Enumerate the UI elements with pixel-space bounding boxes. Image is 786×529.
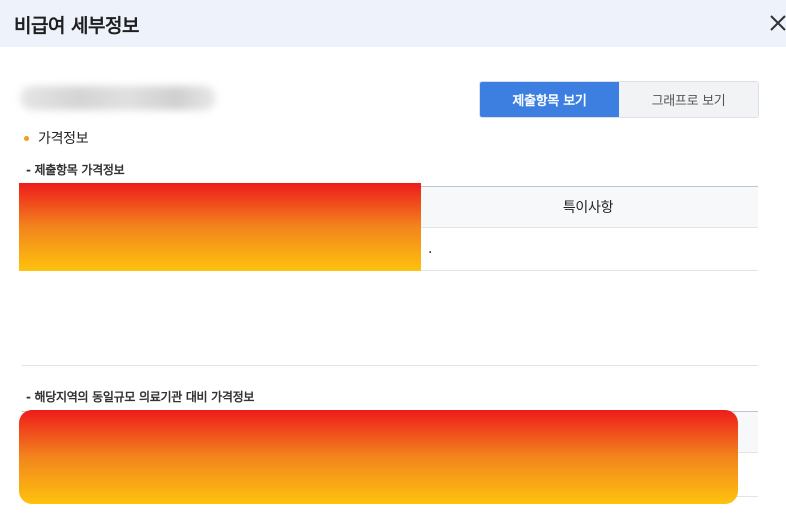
graph-view-button[interactable]: 그래프로 보기 [619, 82, 758, 117]
redacted-institution-name [20, 86, 216, 110]
bullet-dot-icon [24, 135, 29, 141]
header-remarks: 특이사항 [418, 187, 758, 227]
price-info-title: 가격정보 [38, 131, 89, 147]
header-amount: 금액 [280, 187, 417, 227]
close-icon[interactable] [764, 9, 786, 35]
table-cell-remarks: . [428, 241, 433, 257]
table-bottom-border [22, 270, 758, 271]
view-toggle: 제출항목 보기 그래프로 보기 [479, 81, 759, 118]
header-regional-median: 해당지역 동일규모의 중간금액 [425, 412, 758, 452]
items-view-button[interactable]: 제출항목 보기 [480, 82, 619, 117]
regional-price-title: - 해당지역의 동일규모 의료기관 대비 가격정보 [26, 390, 255, 404]
header-institution-range: 해당의료기관(최저금액~최고금액) [22, 412, 424, 452]
submitted-price-title: - 제출항목 가격정보 [26, 163, 125, 177]
column-divider [417, 187, 418, 227]
dialog-header: 비급여 세부정보 [0, 0, 786, 47]
table-cell-amount: 190,000 [353, 241, 409, 257]
table-cell-regional-median: 150,000 [563, 466, 620, 483]
price-info-heading: 가격정보 [24, 128, 89, 148]
table-bottom-border [22, 496, 758, 497]
table-cell-institution-range: 190,000 ~ 190,000 [157, 466, 289, 483]
header-category: 구분 [22, 187, 279, 227]
dialog-title: 비급여 세부정보 [14, 15, 139, 37]
table-cell-category: 대상포진(스카이조스터주) [30, 242, 179, 258]
section-divider [22, 365, 758, 366]
